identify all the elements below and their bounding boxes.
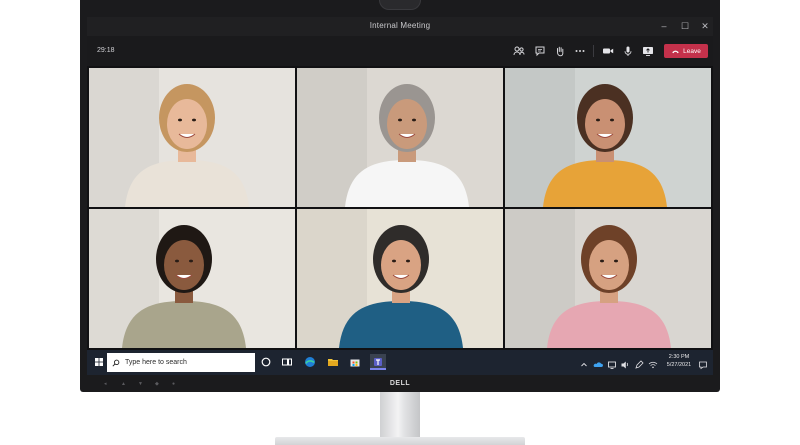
dell-logo: DELL (389, 380, 411, 387)
volume-icon[interactable] (620, 357, 630, 369)
chat-icon[interactable] (533, 44, 547, 58)
video-grid (89, 68, 711, 349)
meeting-timer: 29:18 (97, 47, 115, 54)
search-icon (112, 359, 120, 367)
search-placeholder: Type here to search (125, 359, 187, 366)
eye (412, 118, 416, 122)
osd-button[interactable]: ● (172, 382, 178, 387)
eye (600, 259, 604, 263)
minimize-button[interactable]: – (657, 19, 671, 33)
windows-logo-icon (95, 358, 103, 366)
raise-hand-icon[interactable] (553, 44, 567, 58)
participant-video (297, 68, 503, 207)
participant-video-tile[interactable] (505, 209, 711, 348)
screen: Internal Meeting – ☐ ✕ 29:18 Leave Type … (87, 17, 713, 375)
participant-video (505, 209, 711, 348)
osd-button[interactable]: ◂ (104, 382, 110, 387)
eye (178, 118, 182, 122)
edge-icon[interactable] (302, 354, 318, 370)
participants-icon[interactable] (512, 44, 526, 58)
share-screen-icon[interactable] (641, 44, 655, 58)
eye (596, 118, 600, 122)
notification-center-icon[interactable] (698, 357, 708, 370)
toolbar-divider (593, 45, 594, 57)
osd-button[interactable]: ▼ (138, 382, 144, 387)
start-button[interactable] (91, 354, 107, 370)
window-titlebar: Internal Meeting – ☐ ✕ (87, 17, 713, 36)
window-title: Internal Meeting (369, 21, 431, 30)
monitor-stand-base (275, 437, 525, 445)
task-view-icon[interactable] (279, 354, 295, 370)
cortana-icon[interactable] (258, 354, 274, 370)
windows-taskbar: Type here to search 2:30 PM 5/27/2021 (87, 350, 713, 375)
camera-icon[interactable] (601, 44, 615, 58)
participant-video-tile[interactable] (89, 68, 295, 207)
taskbar-clock[interactable]: 2:30 PM 5/27/2021 (664, 353, 694, 369)
eye (192, 118, 196, 122)
monitor-photo: Internal Meeting – ☐ ✕ 29:18 Leave Type … (0, 0, 800, 445)
participant-video-tile[interactable] (297, 68, 503, 207)
microphone-icon[interactable] (621, 44, 635, 58)
hang-up-icon (672, 50, 679, 53)
face (585, 99, 625, 149)
pen-icon[interactable] (634, 357, 644, 369)
eye (610, 118, 614, 122)
participant-video (505, 68, 711, 207)
more-options-icon[interactable] (573, 44, 587, 58)
wifi-icon[interactable] (648, 357, 658, 369)
webcam (379, 0, 421, 10)
face (164, 240, 204, 290)
close-button[interactable]: ✕ (698, 19, 712, 33)
clock-date: 5/27/2021 (666, 362, 692, 368)
face (167, 99, 207, 149)
participant-video (297, 209, 503, 348)
store-icon[interactable] (347, 354, 363, 370)
eye (398, 118, 402, 122)
participant-video (89, 209, 295, 348)
chevron-up-icon[interactable] (580, 357, 588, 368)
eye (189, 259, 193, 263)
osd-button[interactable]: ▲ (121, 382, 127, 387)
face (381, 240, 421, 290)
meeting-toolbar: 29:18 Leave (87, 36, 713, 66)
taskbar-search-box[interactable]: Type here to search (107, 353, 255, 372)
face (589, 240, 629, 290)
eye (406, 259, 410, 263)
eye (175, 259, 179, 263)
eye (614, 259, 618, 263)
onedrive-icon[interactable] (593, 357, 603, 368)
leave-label: Leave (683, 47, 701, 55)
participant-video (89, 68, 295, 207)
participant-video-tile[interactable] (89, 209, 295, 348)
leave-button[interactable]: Leave (664, 44, 708, 58)
face (387, 99, 427, 149)
network-icon[interactable] (607, 357, 617, 369)
osd-button[interactable]: ◆ (155, 382, 161, 387)
maximize-button[interactable]: ☐ (678, 19, 692, 33)
file-explorer-icon[interactable] (325, 354, 341, 370)
eye (392, 259, 396, 263)
participant-video-tile[interactable] (297, 209, 503, 348)
teams-icon[interactable] (370, 354, 386, 370)
clock-time: 2:30 PM (668, 354, 690, 360)
monitor-stand-neck (380, 392, 420, 437)
participant-video-tile[interactable] (505, 68, 711, 207)
